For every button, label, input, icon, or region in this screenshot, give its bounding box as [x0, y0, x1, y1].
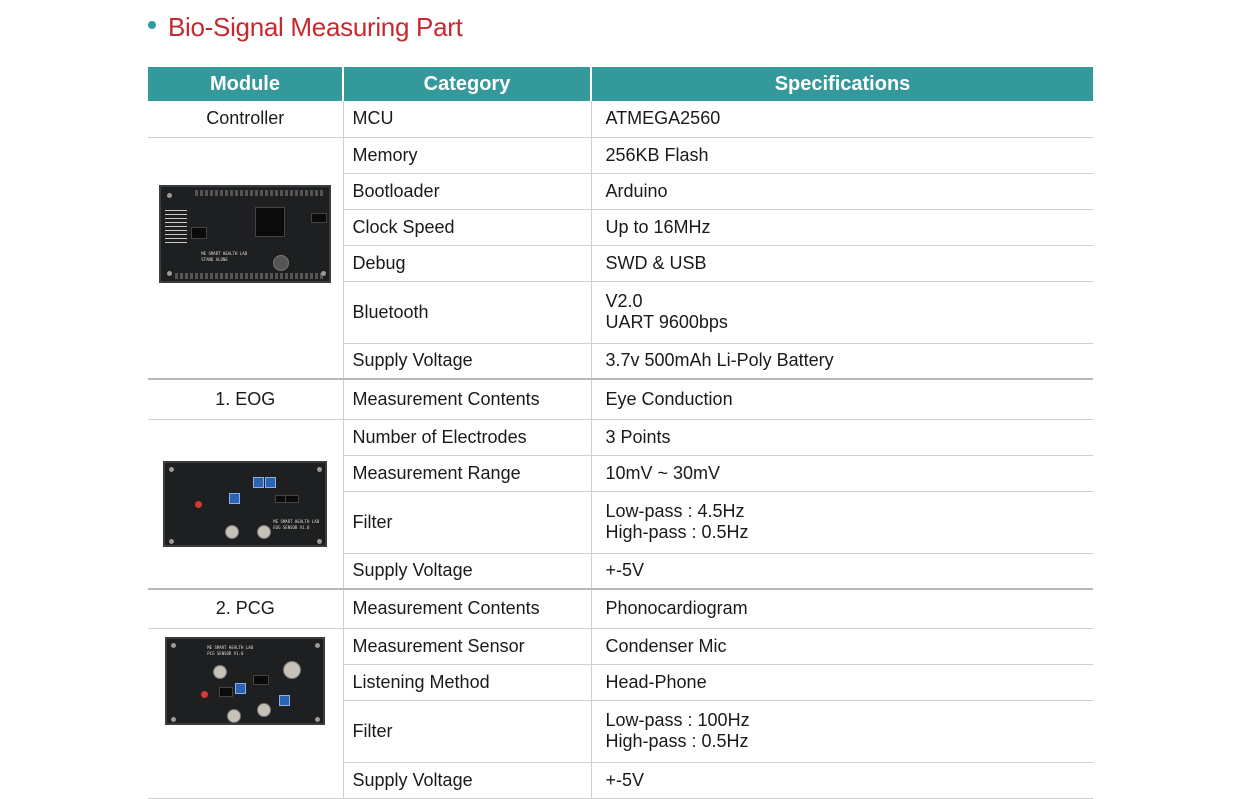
- category-cell: Debug: [342, 245, 591, 282]
- spec-cell: Eye Conduction: [590, 379, 1093, 420]
- bullet-icon: [148, 21, 156, 29]
- header-module: Module: [148, 67, 344, 101]
- category-cell: Supply Voltage: [342, 762, 591, 799]
- spec-cell: Head-Phone: [590, 664, 1093, 701]
- category-cell: Filter: [342, 700, 591, 763]
- eog-board-image: ME SMART HEALTH LAB EOG SENSOR V1.0: [148, 419, 343, 590]
- header-specifications: Specifications: [591, 67, 1093, 101]
- spec-cell: Condenser Mic: [590, 628, 1093, 665]
- board-silkscreen: STAND ALONE: [201, 256, 228, 262]
- spec-cell: SWD & USB: [590, 245, 1093, 282]
- module-name-pcg: 2. PCG: [148, 589, 343, 629]
- category-cell: Clock Speed: [342, 209, 591, 246]
- category-cell: Memory: [342, 137, 591, 174]
- spec-cell: ATMEGA2560: [590, 101, 1093, 138]
- table-row: ME SMART HEALTH LAB STAND ALONE Memory 2…: [148, 137, 1093, 380]
- eog-board-photo: ME SMART HEALTH LAB EOG SENSOR V1.0: [163, 460, 328, 547]
- board-silkscreen: ME SMART HEALTH LAB: [207, 644, 254, 650]
- board-silkscreen: PCG SENSOR V1.0: [207, 650, 244, 656]
- board-silkscreen: ME SMART HEALTH LAB: [273, 518, 320, 524]
- spec-cell: 3 Points: [590, 419, 1093, 456]
- spec-cell: 256KB Flash: [590, 137, 1093, 174]
- table-row: Controller MCU ATMEGA2560: [148, 101, 1093, 138]
- spec-table: Module Category Specifications Controlle…: [148, 67, 1093, 799]
- category-cell: Measurement Range: [342, 455, 591, 492]
- category-cell: Supply Voltage: [342, 553, 591, 590]
- spec-line: UART 9600bps: [605, 312, 728, 332]
- spec-cell: V2.0 UART 9600bps: [590, 281, 1093, 344]
- category-cell: Supply Voltage: [342, 343, 591, 380]
- table-row: 2. PCG Measurement Contents Phonocardiog…: [148, 589, 1093, 629]
- spec-cell: Arduino: [590, 173, 1093, 210]
- module-name-eog: 1. EOG: [148, 379, 343, 420]
- category-cell: MCU: [342, 101, 591, 138]
- spec-line: Low-pass : 100Hz: [605, 710, 750, 730]
- spec-cell: +-5V: [590, 762, 1093, 799]
- table-header-row: Module Category Specifications: [148, 67, 1093, 101]
- category-cell: Measurement Contents: [342, 589, 591, 629]
- table-row: 1. EOG Measurement Contents Eye Conducti…: [148, 379, 1093, 420]
- spec-cell: Up to 16MHz: [590, 209, 1093, 246]
- spec-cell: Low-pass : 100Hz High-pass : 0.5Hz: [590, 700, 1093, 763]
- spec-line: Low-pass : 4.5Hz: [605, 501, 745, 521]
- section-heading: Bio-Signal Measuring Part: [148, 10, 463, 44]
- pcg-board-image: ME SMART HEALTH LAB PCG SENSOR V1.0: [148, 628, 343, 799]
- spec-cell: 10mV ~ 30mV: [590, 455, 1093, 492]
- spec-cell: +-5V: [590, 553, 1093, 590]
- category-cell: Measurement Sensor: [342, 628, 591, 665]
- spec-cell: Low-pass : 4.5Hz High-pass : 0.5Hz: [590, 491, 1093, 554]
- table-row: ME SMART HEALTH LAB EOG SENSOR V1.0 Numb…: [148, 419, 1093, 590]
- category-cell: Listening Method: [342, 664, 591, 701]
- category-cell: Filter: [342, 491, 591, 554]
- spec-line: High-pass : 0.5Hz: [605, 731, 749, 751]
- spec-line: V2.0: [605, 291, 643, 311]
- table-row: ME SMART HEALTH LAB PCG SENSOR V1.0 Meas…: [148, 628, 1093, 799]
- controller-board-image: ME SMART HEALTH LAB STAND ALONE: [148, 137, 343, 380]
- board-silkscreen: EOG SENSOR V1.0: [273, 524, 310, 530]
- page-title: Bio-Signal Measuring Part: [168, 11, 463, 42]
- header-category: Category: [343, 67, 592, 101]
- module-name-controller: Controller: [148, 101, 343, 138]
- spec-cell: Phonocardiogram: [590, 589, 1093, 629]
- pcg-board-photo: ME SMART HEALTH LAB PCG SENSOR V1.0: [165, 636, 326, 725]
- category-cell: Measurement Contents: [342, 379, 591, 420]
- category-cell: Bootloader: [342, 173, 591, 210]
- spec-cell: 3.7v 500mAh Li-Poly Battery: [590, 343, 1093, 380]
- category-cell: Number of Electrodes: [342, 419, 591, 456]
- board-silkscreen: ME SMART HEALTH LAB: [201, 250, 248, 256]
- spec-line: High-pass : 0.5Hz: [605, 522, 749, 542]
- controller-board-photo: ME SMART HEALTH LAB STAND ALONE: [159, 184, 332, 283]
- category-cell: Bluetooth: [342, 281, 591, 344]
